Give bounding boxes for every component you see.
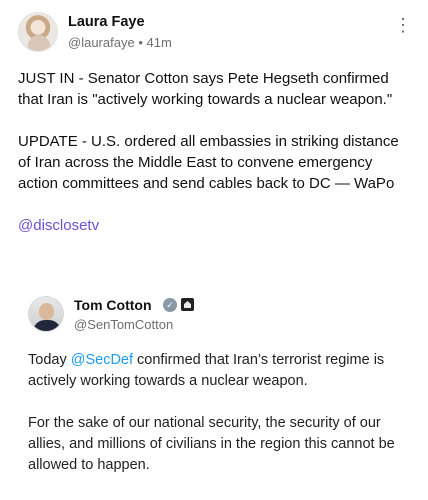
author-name[interactable]: Laura Faye <box>68 14 145 30</box>
post-header: Laura Faye @laurafaye • 41m ⋮ <box>18 12 414 56</box>
government-building-icon <box>181 298 194 311</box>
quoted-author-name[interactable]: Tom Cotton <box>74 297 152 313</box>
meta-separator: • <box>138 35 143 50</box>
post-paragraph-2: UPDATE - U.S. ordered all embassies in s… <box>18 133 399 192</box>
quoted-post-body: Today @SecDef confirmed that Iran’s terr… <box>28 350 408 497</box>
post-body: JUST IN - Senator Cotton says Pete Hegse… <box>18 68 414 257</box>
quoted-paragraph-2: For the sake of our national security, t… <box>28 415 395 473</box>
post-paragraph-1: JUST IN - Senator Cotton says Pete Hegse… <box>18 70 393 108</box>
post-meta: @laurafaye • 41m <box>68 35 172 50</box>
author-handle[interactable]: @laurafaye <box>68 35 135 50</box>
quoted-line-prefix: Today <box>28 352 71 368</box>
more-vertical-icon[interactable]: ⋮ <box>394 16 412 44</box>
quoted-author-avatar[interactable] <box>28 296 64 332</box>
post-time[interactable]: 41m <box>147 35 172 50</box>
verified-badge-icon: ✓ <box>163 298 177 312</box>
quoted-paragraph-1: Today @SecDef confirmed that Iran’s terr… <box>28 350 408 392</box>
post-mention-link[interactable]: @disclosetv <box>18 215 414 236</box>
quoted-mention-link[interactable]: @SecDef <box>71 352 133 368</box>
quoted-post[interactable]: Tom Cotton ✓ @SenTomCotton Today @SecDef… <box>18 290 414 500</box>
author-avatar[interactable] <box>18 12 58 52</box>
quoted-author-handle[interactable]: @SenTomCotton <box>74 317 173 332</box>
